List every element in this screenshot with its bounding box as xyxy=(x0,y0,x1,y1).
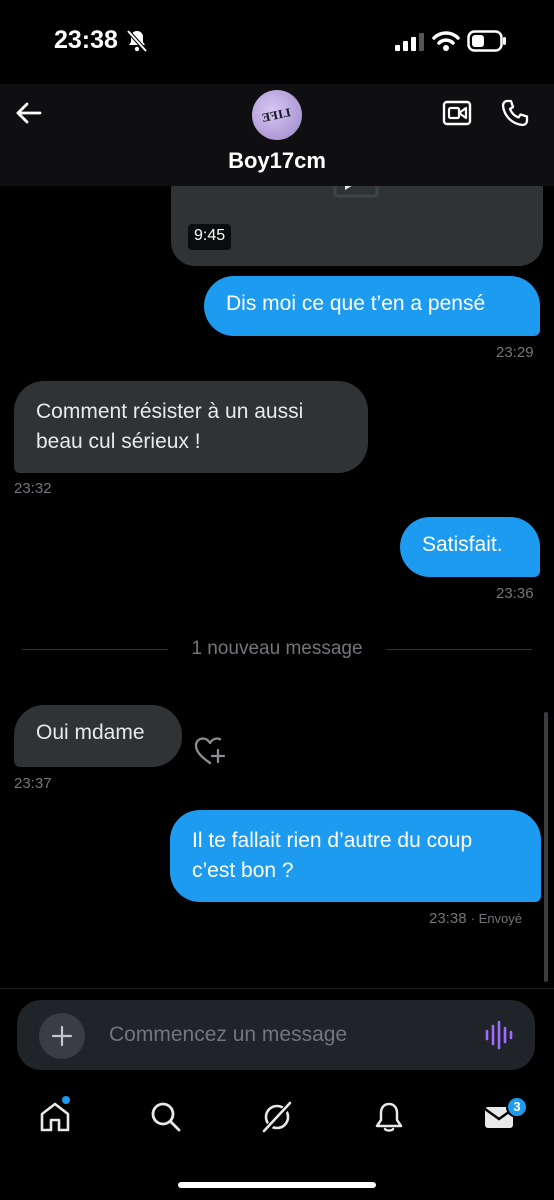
cellular-signal-icon xyxy=(395,33,424,51)
back-arrow-icon[interactable] xyxy=(14,98,44,128)
divider-label: 1 nouveau message xyxy=(191,638,363,659)
add-media-button[interactable] xyxy=(39,1013,85,1059)
home-notification-dot xyxy=(62,1096,70,1104)
message-bubble-outgoing[interactable]: Il te fallait rien d’autre du coup c’est… xyxy=(170,810,541,902)
message-text-line: beau cul sérieux ! xyxy=(36,430,201,453)
message-bubble-outgoing[interactable]: Dis moi ce que t’en a pensé xyxy=(204,276,540,336)
video-play-icon xyxy=(333,186,379,198)
contact-name[interactable]: Boy17cm xyxy=(0,148,554,174)
message-timestamp: 23:32 xyxy=(14,480,52,497)
message-input[interactable] xyxy=(109,1018,469,1052)
search-icon[interactable] xyxy=(149,1100,183,1134)
message-timestamp: 23:29 xyxy=(496,344,534,361)
message-composer xyxy=(17,1000,535,1070)
add-reaction-heart-icon[interactable] xyxy=(194,736,226,766)
status-bar: 23:38 xyxy=(0,0,554,84)
phone-call-icon[interactable] xyxy=(500,98,530,128)
message-text-line: Comment résister à un aussi xyxy=(36,400,304,423)
message-bubble-outgoing[interactable]: Satisfait. xyxy=(400,517,540,577)
conversation-header: LIFE Boy17cm xyxy=(0,84,554,186)
message-status: · Envoyé xyxy=(470,911,523,926)
message-text: Satisfait. xyxy=(422,533,503,556)
avatar[interactable]: LIFE xyxy=(252,90,302,140)
video-call-icon[interactable] xyxy=(442,98,474,128)
message-bubble-incoming[interactable]: Oui mdame xyxy=(14,705,182,767)
plus-icon xyxy=(51,1025,73,1047)
voice-message-icon[interactable] xyxy=(483,1020,513,1050)
messages-unread-badge: 3 xyxy=(506,1096,528,1118)
wifi-icon xyxy=(432,31,460,51)
grok-icon[interactable] xyxy=(260,1100,294,1134)
home-icon[interactable] xyxy=(38,1100,72,1134)
avatar-text: LIFE xyxy=(261,105,293,125)
message-time: 23:38 xyxy=(429,910,467,927)
notifications-bell-icon[interactable] xyxy=(372,1100,406,1134)
message-timestamp: 23:36 xyxy=(496,585,534,602)
video-duration: 9:45 xyxy=(188,224,232,250)
message-text: Oui mdame xyxy=(36,721,145,744)
message-timestamp: 23:38 · Envoyé xyxy=(429,910,522,927)
home-indicator[interactable] xyxy=(178,1182,376,1188)
message-timestamp: 23:37 xyxy=(14,775,52,792)
message-text-line: c’est bon ? xyxy=(192,859,294,882)
compose-separator xyxy=(0,988,554,989)
battery-icon xyxy=(467,30,506,52)
message-text-line: Il te fallait rien d’autre du coup xyxy=(192,829,473,852)
new-messages-divider: 1 nouveau message xyxy=(22,636,532,662)
scrollbar-thumb[interactable] xyxy=(544,712,548,982)
message-text: Dis moi ce que t’en a pensé xyxy=(226,292,486,315)
message-bubble-incoming[interactable]: Comment résister à un aussi beau cul sér… xyxy=(14,381,368,473)
status-time: 23:38 xyxy=(54,26,118,54)
bell-muted-icon xyxy=(126,29,148,53)
